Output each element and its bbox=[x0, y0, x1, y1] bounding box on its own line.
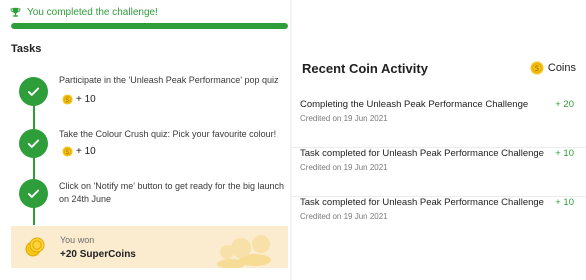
challenge-panel: You completed the challenge! Tasks Parti… bbox=[0, 0, 292, 280]
activity-title: Recent Coin Activity bbox=[302, 61, 428, 76]
task-text: Take the Colour Crush quiz: Pick your fa… bbox=[59, 129, 277, 139]
challenge-progress-bar bbox=[11, 23, 288, 29]
coins-link-label: Coins bbox=[547, 62, 576, 74]
task-text: Click on 'Notify me' button to get ready… bbox=[59, 181, 285, 204]
won-label: You won bbox=[60, 235, 95, 245]
challenge-complete-banner: You completed the challenge! bbox=[10, 5, 158, 19]
trophy-icon bbox=[10, 7, 21, 17]
coin-activity-panel: Recent Coin Activity Coins Completing th… bbox=[292, 42, 586, 280]
activity-description: Task completed for Unleash Peak Performa… bbox=[300, 148, 544, 159]
activity-row: Completing the Unleash Peak Performance … bbox=[292, 99, 586, 148]
task-reward: + 10 bbox=[62, 146, 96, 157]
task-complete-check-icon bbox=[19, 77, 48, 106]
challenge-complete-text: You completed the challenge! bbox=[27, 6, 158, 18]
supercoin-icon bbox=[530, 61, 544, 75]
supercoin-icon bbox=[62, 94, 73, 105]
activity-date: Credited on 19 Jun 2021 bbox=[300, 163, 388, 172]
activity-description: Task completed for Unleash Peak Performa… bbox=[300, 197, 544, 208]
activity-amount: + 10 bbox=[555, 148, 574, 159]
task-complete-check-icon bbox=[19, 179, 48, 208]
task-reward-amount: + 10 bbox=[76, 94, 96, 105]
challenge-progress-fill bbox=[11, 23, 288, 29]
tasks-heading: Tasks bbox=[11, 43, 42, 55]
activity-date: Credited on 19 Jun 2021 bbox=[300, 212, 388, 221]
activity-date: Credited on 19 Jun 2021 bbox=[300, 114, 388, 123]
task-reward: + 10 bbox=[62, 94, 96, 105]
task-complete-check-icon bbox=[19, 129, 48, 158]
activity-amount: + 20 bbox=[555, 99, 574, 110]
coins-link[interactable]: Coins bbox=[530, 61, 576, 75]
activity-row: Task completed for Unleash Peak Performa… bbox=[292, 197, 586, 245]
task-reward-amount: + 10 bbox=[76, 146, 96, 157]
won-amount: +20 SuperCoins bbox=[60, 249, 136, 260]
coin-pile-illustration bbox=[217, 235, 271, 268]
task-text: Participate in the 'Unleash Peak Perform… bbox=[59, 75, 279, 85]
activity-amount: + 10 bbox=[555, 197, 574, 208]
activity-description: Completing the Unleash Peak Performance … bbox=[300, 99, 529, 110]
supercoin-icon bbox=[62, 146, 73, 157]
activity-row: Task completed for Unleash Peak Performa… bbox=[292, 148, 586, 197]
reward-won-card: You won +20 SuperCoins bbox=[11, 226, 288, 268]
coin-stack-icon bbox=[25, 237, 45, 257]
